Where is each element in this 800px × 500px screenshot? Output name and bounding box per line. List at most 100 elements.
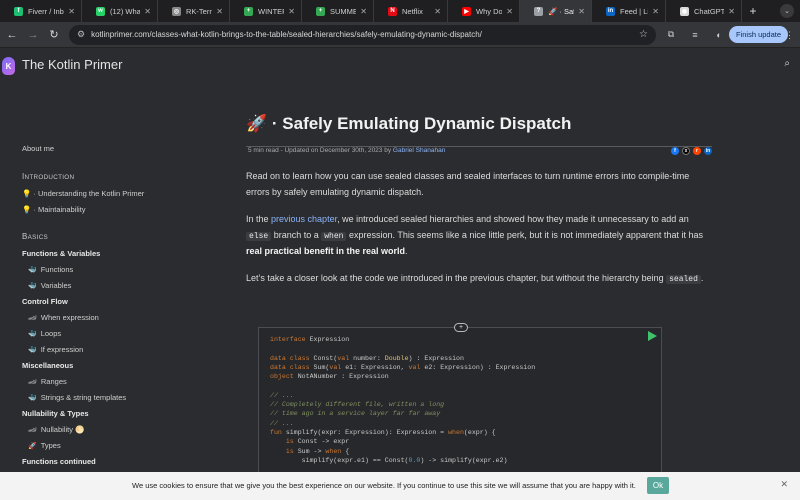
browser-tab[interactable]: f Fiverr / Inb ✕ bbox=[0, 0, 82, 22]
sidebar-item-understanding[interactable]: 💡 · Understanding the Kotlin Primer bbox=[22, 189, 144, 198]
close-tab-icon[interactable]: ✕ bbox=[506, 7, 513, 16]
car-icon: 🏎 bbox=[28, 315, 37, 322]
cookie-banner: We use cookies to ensure that we give yo… bbox=[0, 472, 800, 500]
browser-tab[interactable]: ? 🚀 · Safel ✕ bbox=[520, 0, 592, 22]
inline-code-else: else bbox=[246, 231, 272, 241]
sidebar-item-maintainability[interactable]: 💡 · Maintainability bbox=[22, 205, 86, 214]
run-code-icon[interactable] bbox=[648, 331, 657, 341]
new-tab-icon[interactable]: + bbox=[742, 0, 764, 22]
sidebar-group-nullability-types[interactable]: Nullability & Types bbox=[22, 409, 89, 418]
sheets-icon: + bbox=[244, 6, 253, 16]
whale-icon: 🐳 bbox=[28, 331, 37, 338]
sidebar-group-miscellaneous[interactable]: Miscellaneous bbox=[22, 361, 73, 370]
sidebar-item-nullability[interactable]: 🏎 Nullability 🌕 bbox=[28, 425, 84, 434]
close-tab-icon[interactable]: ✕ bbox=[434, 7, 441, 16]
close-tab-icon[interactable]: ✕ bbox=[144, 7, 151, 16]
site-header: K The Kotlin Primer ⌕ bbox=[0, 48, 800, 82]
extensions-icon[interactable]: ⧉ bbox=[662, 26, 680, 44]
paragraph-previous-chapter: In the previous chapter, we introduced s… bbox=[246, 214, 703, 256]
tab-label: Netflix bbox=[402, 6, 423, 16]
whale-icon: 🐳 bbox=[28, 283, 37, 290]
sidebar-group-functions-continued[interactable]: Functions continued bbox=[22, 457, 96, 466]
tab-search-icon[interactable]: ⌄ bbox=[780, 4, 794, 18]
browser-tab[interactable]: N Netflix ✕ bbox=[374, 0, 448, 22]
whale-icon: 🐳 bbox=[28, 347, 37, 354]
sidebar-item-functions[interactable]: 🐳 Functions bbox=[28, 265, 73, 274]
browser-tab[interactable]: + WINTER 2 ✕ bbox=[230, 0, 302, 22]
cookie-ok-button[interactable]: Ok bbox=[647, 477, 669, 494]
close-tab-icon[interactable]: ✕ bbox=[728, 7, 735, 16]
reddit-icon[interactable]: r bbox=[693, 147, 701, 155]
bookmark-star-icon[interactable]: ☆ bbox=[639, 29, 648, 40]
tab-strip: fFiverr / Inb✕w(12) What✕◎RK-Termin✕+WIN… bbox=[0, 0, 800, 22]
tab-label: RK-Termin bbox=[186, 6, 212, 16]
back-icon[interactable]: ← bbox=[3, 26, 21, 44]
page-title: 🚀 · Safely Emulating Dynamic Dispatch bbox=[246, 114, 572, 133]
sidebar-section-introduction: INTRODUCTION bbox=[22, 172, 75, 181]
browser-tab[interactable]: w (12) What ✕ bbox=[82, 0, 158, 22]
facebook-icon[interactable]: f bbox=[671, 147, 679, 155]
paragraph-closer-look: Let’s take a closer look at the code we … bbox=[246, 273, 704, 284]
sheets-icon: + bbox=[316, 6, 325, 16]
profile-icon[interactable]: ◐ bbox=[710, 26, 728, 44]
browser-tab[interactable]: ◉ ChatGPT ✕ bbox=[666, 0, 742, 22]
fiverr-icon: f bbox=[14, 6, 23, 16]
finish-update-button[interactable]: Finish update bbox=[729, 26, 789, 43]
kotlin-primer-icon: ? bbox=[534, 6, 543, 16]
whale-icon: 🐳 bbox=[28, 267, 37, 274]
close-tab-icon[interactable]: ✕ bbox=[652, 7, 659, 16]
close-tab-icon[interactable]: ✕ bbox=[288, 7, 295, 16]
browser-tab[interactable]: ▶ Why Do Y✕ bbox=[448, 0, 520, 22]
share-buttons: f x r in bbox=[671, 147, 712, 155]
sidebar-item-loops[interactable]: 🐳 Loops bbox=[28, 329, 61, 338]
sidebar-item-if-expression[interactable]: 🐳 If expression bbox=[28, 345, 83, 354]
sidebar-item-variables[interactable]: 🐳 Variables bbox=[28, 281, 71, 290]
tab-label: SUMMER bbox=[330, 6, 356, 16]
reload-icon[interactable]: ↻ bbox=[45, 26, 63, 44]
expand-code-icon[interactable]: + bbox=[454, 323, 468, 332]
tab-label: (12) What bbox=[110, 6, 141, 16]
intro-paragraph: Read on to learn how you can use sealed … bbox=[246, 171, 690, 197]
reading-list-icon[interactable]: ≡ bbox=[686, 26, 704, 44]
tab-label: Fiverr / Inb bbox=[28, 6, 64, 16]
more-menu-icon[interactable]: ⋮ bbox=[785, 30, 794, 41]
site-info-icon[interactable]: ⚙ bbox=[77, 29, 85, 40]
address-bar[interactable]: ⚙ kotlinprimer.com/classes-what-kotlin-b… bbox=[69, 24, 656, 45]
sidebar-group-control-flow[interactable]: Control Flow bbox=[22, 297, 68, 306]
linkedin-icon[interactable]: in bbox=[704, 147, 712, 155]
code-content: interface Expression data class Const(va… bbox=[270, 336, 536, 464]
sidebar-section-basics: BASICS bbox=[22, 232, 49, 241]
linkedin-icon: in bbox=[606, 6, 615, 16]
sidebar-item-when-expression[interactable]: 🏎 When expression bbox=[28, 313, 99, 322]
car-icon: 🏎 bbox=[28, 427, 37, 434]
tab-label: 🚀 · Safel bbox=[548, 6, 574, 16]
cookie-text: We use cookies to ensure that we give yo… bbox=[132, 481, 636, 490]
previous-chapter-link[interactable]: previous chapter bbox=[271, 214, 337, 224]
browser-tab[interactable]: + SUMMER ✕ bbox=[302, 0, 374, 22]
whatsapp-icon: w bbox=[96, 6, 105, 16]
sidebar-group-functions-variables[interactable]: Functions & Variables bbox=[22, 249, 100, 258]
netflix-icon: N bbox=[388, 6, 397, 16]
whale-icon: 🐳 bbox=[28, 395, 37, 402]
x-twitter-icon[interactable]: x bbox=[682, 147, 690, 155]
sidebar-item-types[interactable]: 🚀 Types bbox=[28, 441, 61, 450]
page: K The Kotlin Primer ⌕ About me INTRODUCT… bbox=[0, 48, 800, 500]
browser-tab[interactable]: ◎ RK-Termin ✕ bbox=[158, 0, 230, 22]
author-link[interactable]: Gabriel Shanahan bbox=[393, 147, 445, 154]
tab-label: WINTER 2 bbox=[258, 6, 284, 16]
close-tab-icon[interactable]: ✕ bbox=[68, 7, 75, 16]
search-icon[interactable]: ⌕ bbox=[784, 58, 790, 69]
sidebar-item-ranges[interactable]: 🏎 Ranges bbox=[28, 377, 67, 386]
tab-label: Why Do Y bbox=[476, 6, 503, 16]
forward-icon[interactable]: → bbox=[24, 26, 42, 44]
site-title[interactable]: The Kotlin Primer bbox=[22, 57, 122, 72]
close-tab-icon[interactable]: ✕ bbox=[216, 7, 223, 16]
browser-tab[interactable]: in Feed | Lin ✕ bbox=[592, 0, 666, 22]
sidebar-item-strings[interactable]: 🐳 Strings & string templates bbox=[28, 393, 126, 402]
close-tab-icon[interactable]: ✕ bbox=[578, 7, 585, 16]
close-tab-icon[interactable]: ✕ bbox=[360, 7, 367, 16]
browser-toolbar: ← → ↻ ⚙ kotlinprimer.com/classes-what-ko… bbox=[0, 22, 800, 48]
sidebar-item-about[interactable]: About me bbox=[22, 144, 54, 153]
cookie-close-icon[interactable]: ✕ bbox=[780, 479, 788, 490]
site-logo-icon[interactable]: K bbox=[2, 57, 15, 75]
